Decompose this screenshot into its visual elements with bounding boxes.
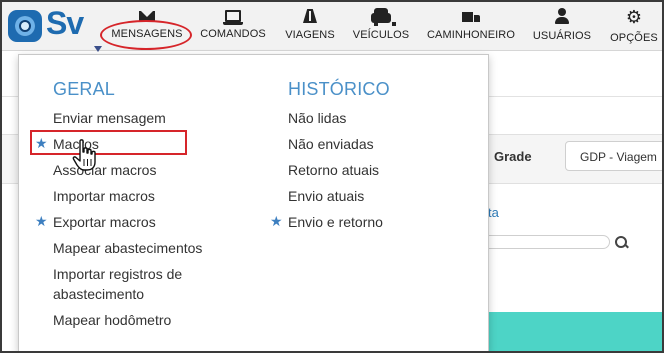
menu-item-envio-atuais[interactable]: Envio atuais <box>288 186 364 206</box>
grade-label: Grade <box>494 149 532 164</box>
nav-item-comandos[interactable]: COMANDOS <box>196 8 270 48</box>
road-icon <box>303 9 317 23</box>
column-title-geral: GERAL <box>53 79 116 99</box>
menu-item-nao-lidas[interactable]: Não lidas <box>288 108 346 128</box>
star-icon[interactable]: ★ <box>270 214 283 228</box>
app-window: Grade GDP - Viagem ta Sv MENSAGENS COMAN… <box>0 0 664 353</box>
top-navbar: Sv MENSAGENS COMANDOS VIAGENS VEÍCULOS C… <box>2 2 662 52</box>
menu-item-importar-macros[interactable]: Importar macros <box>53 186 155 206</box>
menu-item-nao-enviadas[interactable]: Não enviadas <box>288 134 374 154</box>
logo[interactable]: Sv <box>8 5 102 52</box>
nav-label: VIAGENS <box>285 29 335 41</box>
nav-item-viagens[interactable]: VIAGENS <box>280 8 340 48</box>
car-icon <box>371 8 396 26</box>
nav-label: OPÇÕES <box>610 32 658 44</box>
mensagens-dropdown: GERAL HISTÓRICO Enviar mensagem ★ Macros… <box>18 54 489 351</box>
menu-item-enviar-mensagem[interactable]: Enviar mensagem <box>53 108 166 128</box>
nav-item-veiculos[interactable]: VEÍCULOS <box>348 8 414 48</box>
column-title-historico: HISTÓRICO <box>288 79 390 99</box>
menu-item-mapear-hodometro[interactable]: Mapear hodômetro <box>53 310 171 330</box>
menu-item-importar-registros[interactable]: Importar registros de <box>53 264 182 284</box>
menu-item-associar-macros[interactable]: Associar macros <box>53 160 156 180</box>
grade-select[interactable]: GDP - Viagem <box>565 141 662 171</box>
menu-item-exportar-macros[interactable]: Exportar macros <box>53 212 156 232</box>
nav-label: CAMINHONEIRO <box>427 29 515 41</box>
nav-label: COMANDOS <box>200 28 266 40</box>
cogs-icon: ⚙ <box>625 7 643 27</box>
background-link[interactable]: ta <box>488 205 499 220</box>
highlight-rectangle <box>30 130 187 155</box>
star-icon[interactable]: ★ <box>35 214 48 228</box>
nav-item-opcoes[interactable]: ⚙ OPÇÕES <box>606 8 662 48</box>
user-icon <box>555 8 569 24</box>
logo-text: Sv <box>46 5 84 41</box>
nav-label: USUÁRIOS <box>532 30 592 42</box>
hand-cursor-icon <box>72 139 96 171</box>
highlight-oval <box>100 20 192 50</box>
nav-item-caminhoneiro[interactable]: CAMINHONEIRO <box>422 8 520 48</box>
menu-item-envio-e-retorno[interactable]: Envio e retorno <box>288 212 383 232</box>
search-icon[interactable] <box>614 235 628 249</box>
menu-item-mapear-abastecimentos[interactable]: Mapear abastecimentos <box>53 238 202 258</box>
nav-label: VEÍCULOS <box>352 29 410 41</box>
nav-item-usuarios[interactable]: USUÁRIOS <box>530 8 594 48</box>
menu-item-importar-registros-line2[interactable]: abastecimento <box>53 284 144 304</box>
caret-down-icon <box>94 46 102 52</box>
truck-icon <box>462 12 480 23</box>
menu-item-retorno-atuais[interactable]: Retorno atuais <box>288 160 379 180</box>
logo-emblem-icon <box>8 10 42 42</box>
laptop-icon <box>223 10 243 25</box>
search-input[interactable] <box>480 235 610 249</box>
